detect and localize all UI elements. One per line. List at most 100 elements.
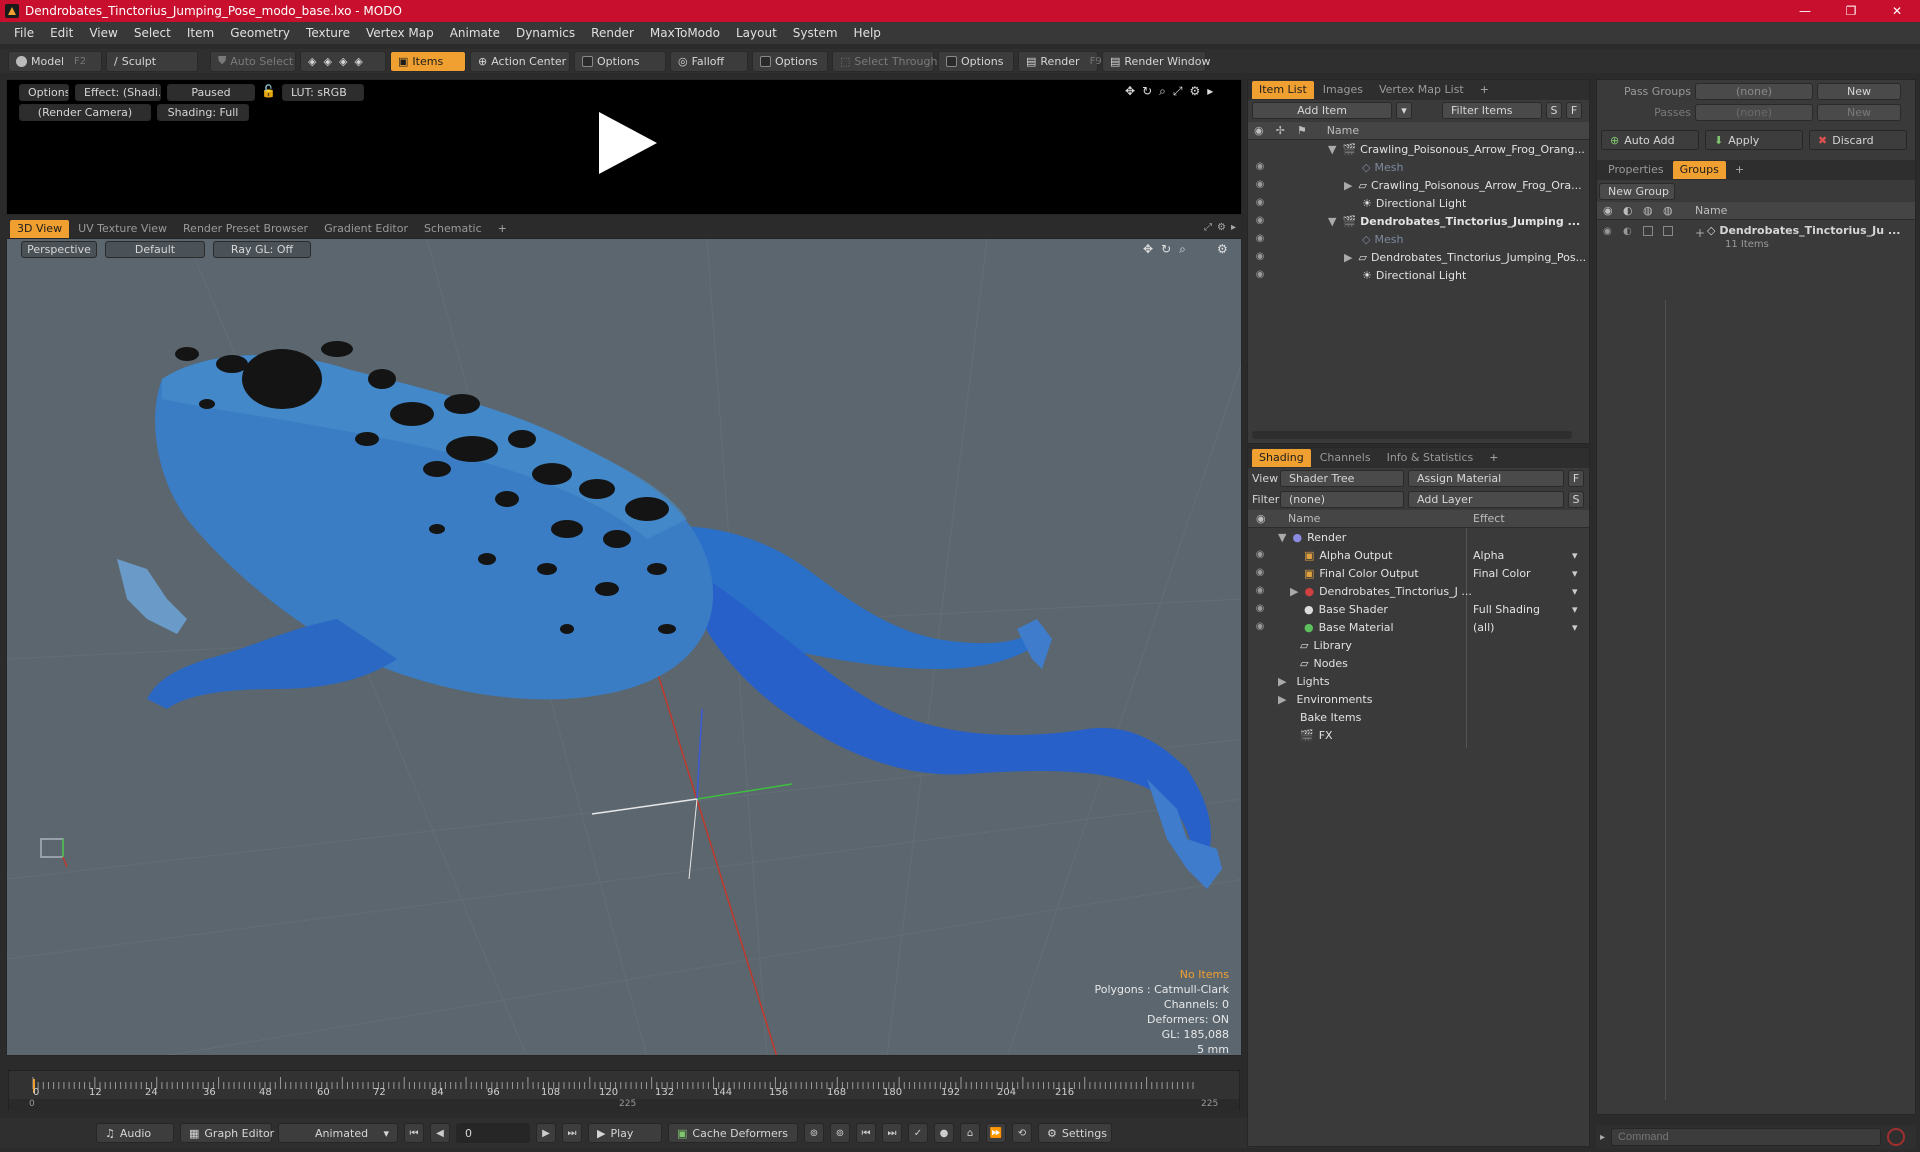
filter-dropdown[interactable]: (none)	[1280, 491, 1404, 508]
zoom-icon[interactable]: ⌕	[1179, 242, 1186, 257]
tab-3d-view[interactable]: 3D View	[10, 220, 70, 238]
expand-icon[interactable]: ⤢	[1173, 84, 1183, 99]
go-to-start-icon[interactable]: ⏮	[404, 1123, 424, 1143]
render-flag-icon[interactable]: ◐	[1623, 226, 1632, 237]
tab-shading[interactable]: Shading	[1252, 449, 1311, 467]
shader-row-final-color-output[interactable]: ◉ ▣ Final Color Output Final Color ▾	[1248, 564, 1589, 582]
eye-icon[interactable]: ◉	[1254, 197, 1266, 209]
preview-options-button[interactable]: Options	[19, 84, 69, 101]
action-center-button[interactable]: ⊕ Action Center	[470, 50, 570, 72]
action-center-options-button[interactable]: Options	[574, 50, 666, 72]
tab-schematic[interactable]: Schematic	[417, 220, 489, 238]
expand-arrow-icon[interactable]: ▶	[1278, 675, 1286, 688]
tree-row-group[interactable]: ◉ ▶ ▱ Dendrobates_Tinctorius_Jumping_Pos…	[1248, 248, 1589, 266]
group-row[interactable]: ◉ ◐ + ◇ Dendrobates_Tinctorius_Ju ... 11…	[1597, 220, 1915, 260]
shader-row-base-shader[interactable]: ◉ ● Base Shader Full Shading ▾	[1248, 600, 1589, 618]
stop-icon[interactable]	[1887, 1128, 1906, 1146]
shader-row-alpha-output[interactable]: ◉ ▣ Alpha Output Alpha ▾	[1248, 546, 1589, 564]
frame-input[interactable]: 0	[456, 1123, 530, 1143]
tree-row-mesh[interactable]: ◉ ◇ Mesh	[1248, 230, 1589, 248]
add-tab-button[interactable]: +	[1728, 161, 1751, 179]
name-column-header[interactable]: Name	[1327, 124, 1359, 137]
name-column-header[interactable]: Name	[1695, 204, 1727, 217]
effect-dropdown[interactable]: Alpha	[1473, 549, 1504, 562]
preview-paused-button[interactable]: Paused	[167, 84, 255, 101]
menu-maxtomodo[interactable]: MaxToModo	[642, 26, 728, 40]
step-forward-icon[interactable]: ▶	[536, 1123, 556, 1143]
zoom-icon[interactable]: ⌕	[1159, 84, 1166, 99]
menu-system[interactable]: System	[785, 26, 846, 40]
move-icon[interactable]: ✥	[1143, 242, 1153, 257]
view-dropdown[interactable]: Shader Tree	[1280, 470, 1404, 487]
key-set-icon[interactable]: ⌂	[960, 1123, 980, 1143]
add-item-button[interactable]: Add Item	[1252, 102, 1392, 119]
polygons-icon[interactable]: ◈	[339, 55, 347, 68]
maximize-button[interactable]: ❐	[1828, 0, 1874, 22]
key-auto-icon[interactable]: ⊚	[830, 1123, 850, 1143]
check-icon[interactable]: ✓	[908, 1123, 928, 1143]
play-small-icon[interactable]: ▸	[1207, 84, 1213, 99]
horizontal-scrollbar[interactable]	[1252, 431, 1572, 439]
close-button[interactable]: ✕	[1874, 0, 1920, 22]
menu-item[interactable]: Item	[179, 26, 222, 40]
auto-add-button[interactable]: ⊕ Auto Add	[1601, 130, 1699, 150]
chevron-down-icon[interactable]: ▾	[1396, 102, 1412, 119]
effect-dropdown[interactable]: (all)	[1473, 621, 1494, 634]
tab-info-statistics[interactable]: Info & Statistics	[1380, 449, 1481, 467]
select-through-options-button[interactable]: Options	[938, 50, 1014, 72]
model-mode-button[interactable]: Model F2	[8, 50, 102, 72]
chevron-down-icon[interactable]: ▾	[1572, 549, 1578, 562]
menu-render[interactable]: Render	[583, 26, 642, 40]
rotate-icon[interactable]: ↻	[1161, 242, 1171, 257]
expand-plus-icon[interactable]: +	[1695, 226, 1705, 240]
play-small-icon[interactable]: ▸	[1231, 222, 1236, 233]
discard-button[interactable]: ✖ Discard	[1809, 130, 1907, 150]
effect-dropdown[interactable]: Full Shading	[1473, 603, 1540, 616]
add-tab-button[interactable]: +	[1482, 449, 1505, 467]
camera-dropdown[interactable]: (Render Camera)	[19, 104, 151, 121]
go-to-end-icon[interactable]: ⏭	[562, 1123, 582, 1143]
new-pass-button[interactable]: New	[1817, 103, 1901, 121]
menu-select[interactable]: Select	[126, 26, 179, 40]
expand-arrow-icon[interactable]: ▼	[1328, 215, 1336, 228]
shader-row-bake-items[interactable]: Bake Items	[1248, 708, 1589, 726]
tab-gradient-editor[interactable]: Gradient Editor	[317, 220, 415, 238]
tree-row-scene[interactable]: ▼ 🎬 Crawling_Poisonous_Arrow_Frog_Orang.…	[1248, 140, 1589, 158]
passes-dropdown[interactable]: (none)	[1695, 103, 1813, 121]
eye-icon[interactable]: ◉	[1254, 549, 1266, 561]
eye-icon[interactable]: ◉	[1254, 269, 1266, 281]
falloff-options-button[interactable]: Options	[752, 50, 828, 72]
menu-file[interactable]: File	[6, 26, 42, 40]
command-input[interactable]	[1611, 1128, 1882, 1146]
pass-groups-dropdown[interactable]: (none)	[1695, 82, 1813, 100]
shader-row-lights[interactable]: ▶ Lights	[1248, 672, 1589, 690]
menu-edit[interactable]: Edit	[42, 26, 81, 40]
play-button[interactable]: ▶ Play	[588, 1123, 662, 1143]
eye-icon[interactable]: ◉	[1603, 226, 1612, 237]
shader-row-library[interactable]: ▱ Library	[1248, 636, 1589, 654]
tree-row-light[interactable]: ◉ ☀ Directional Light	[1248, 194, 1589, 212]
eye-icon[interactable]: ◉	[1254, 161, 1266, 173]
lock-checkbox[interactable]	[1643, 226, 1653, 236]
falloff-button[interactable]: ◎ Falloff	[670, 50, 748, 72]
shading-dropdown[interactable]: Shading: Full	[157, 104, 249, 121]
render-button[interactable]: ▤ Render F9	[1018, 50, 1102, 72]
play-icon[interactable]	[591, 108, 661, 178]
assign-material-button[interactable]: Assign Material	[1408, 470, 1564, 487]
tree-row-light[interactable]: ◉ ☀ Directional Light	[1248, 266, 1589, 284]
move-icon[interactable]: ✥	[1125, 84, 1135, 99]
effect-column-header[interactable]: Effect	[1473, 512, 1505, 525]
menu-animate[interactable]: Animate	[442, 26, 508, 40]
eye-icon[interactable]: ◉	[1254, 251, 1266, 263]
menu-help[interactable]: Help	[846, 26, 889, 40]
eye-icon[interactable]: ◉	[1254, 603, 1266, 615]
menu-vertex-map[interactable]: Vertex Map	[358, 26, 442, 40]
chevron-down-icon[interactable]: ▾	[1572, 621, 1578, 634]
menu-view[interactable]: View	[81, 26, 125, 40]
new-group-button[interactable]: New Group	[1599, 183, 1675, 200]
cache-deformers-button[interactable]: ▣ Cache Deformers	[668, 1123, 798, 1143]
effect-dropdown[interactable]: Final Color	[1473, 567, 1531, 580]
tab-images[interactable]: Images	[1316, 81, 1370, 99]
chevron-right-icon[interactable]: ▸	[1600, 1132, 1605, 1143]
tab-properties[interactable]: Properties	[1601, 161, 1671, 179]
